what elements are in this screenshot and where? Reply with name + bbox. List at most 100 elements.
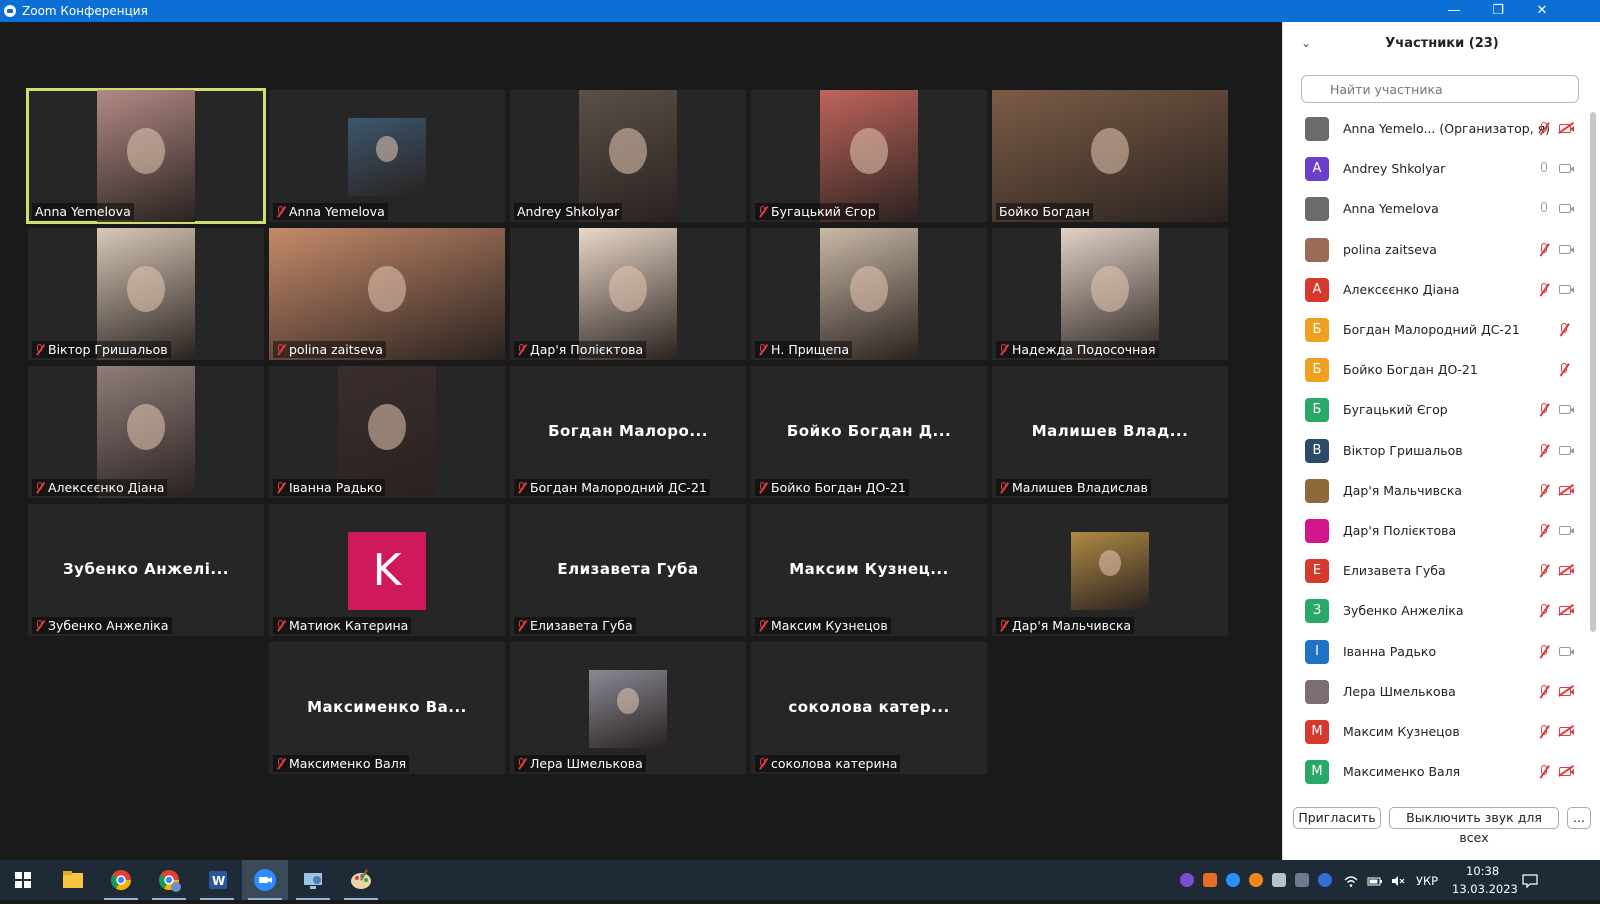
tray-sync-icon[interactable] bbox=[1272, 873, 1286, 887]
participant-row[interactable]: І Іванна Радько bbox=[1283, 633, 1583, 673]
avast-icon[interactable] bbox=[1249, 873, 1263, 887]
mic-icon[interactable] bbox=[1539, 162, 1549, 176]
camera-off-icon[interactable] bbox=[1559, 566, 1574, 576]
video-tile[interactable]: Алексєєнко Діана bbox=[28, 366, 264, 498]
camera-icon[interactable] bbox=[1559, 164, 1574, 174]
video-tile[interactable]: Максименко Ва... Максименко Валя bbox=[269, 642, 505, 774]
video-tile[interactable]: Andrey Shkolyar bbox=[510, 90, 746, 222]
video-tile[interactable]: K Матиюк Катерина bbox=[269, 504, 505, 636]
video-tile[interactable]: Елизавета Губа Елизавета Губа bbox=[510, 504, 746, 636]
video-tile[interactable]: Anna Yemelova bbox=[26, 88, 266, 224]
mic-muted-icon[interactable] bbox=[1539, 765, 1549, 779]
tray-device-icon[interactable] bbox=[1295, 873, 1309, 887]
mic-muted-icon[interactable] bbox=[1539, 443, 1549, 458]
more-options-button[interactable]: ... bbox=[1567, 807, 1591, 829]
participant-row[interactable]: E Елизавета Губа bbox=[1283, 552, 1583, 592]
video-tile[interactable]: соколова катер... соколова катерина bbox=[751, 642, 987, 774]
tray-security-icon[interactable] bbox=[1318, 873, 1332, 887]
invite-button[interactable]: Пригласить bbox=[1293, 807, 1381, 829]
participant-row[interactable]: A Алексєєнко Діана bbox=[1283, 271, 1583, 311]
mic-muted-icon[interactable] bbox=[1539, 403, 1549, 417]
camera-off-icon[interactable] bbox=[1559, 606, 1574, 616]
mic-muted-icon[interactable] bbox=[1539, 122, 1549, 136]
mic-muted-icon[interactable] bbox=[1539, 242, 1549, 257]
word-icon[interactable]: W bbox=[194, 860, 240, 900]
video-tile[interactable]: Віктор Гришальов bbox=[28, 228, 264, 360]
video-tile[interactable]: Іванна Радько bbox=[269, 366, 505, 498]
camera-off-icon[interactable] bbox=[1559, 727, 1574, 736]
video-tile[interactable]: Дар'я Мальчивска bbox=[992, 504, 1228, 636]
participant-row[interactable]: Б Богдан Малородний ДС-21 bbox=[1283, 311, 1583, 351]
mute-all-button[interactable]: Выключить звук для всех bbox=[1389, 807, 1559, 845]
video-tile[interactable]: Дар'я Полієктова bbox=[510, 228, 746, 360]
participant-row[interactable]: Б Бойко Богдан ДО-21 bbox=[1283, 351, 1583, 391]
zoom-tray-icon[interactable] bbox=[1226, 873, 1240, 887]
notifications-icon[interactable] bbox=[1522, 873, 1538, 889]
zoom-app-icon[interactable] bbox=[242, 860, 288, 900]
language-indicator[interactable]: УКР bbox=[1416, 874, 1438, 888]
participant-row[interactable]: Anna Yemelova bbox=[1283, 190, 1583, 230]
chrome-icon[interactable] bbox=[98, 860, 144, 900]
mic-muted-icon[interactable] bbox=[1539, 282, 1549, 297]
participant-row[interactable]: Дар'я Мальчивска bbox=[1283, 472, 1583, 512]
video-tile[interactable]: Лера Шмелькова bbox=[510, 642, 746, 774]
participant-row[interactable]: Anna Yemelo... (Организатор, я) bbox=[1283, 110, 1583, 150]
camera-icon[interactable] bbox=[1559, 284, 1574, 294]
remote-desktop-icon[interactable] bbox=[290, 860, 336, 900]
clock-date[interactable]: 13.03.2023 bbox=[1452, 882, 1518, 896]
video-tile[interactable]: Бойко Богдан bbox=[992, 90, 1228, 222]
participants-scrollbar[interactable] bbox=[1590, 112, 1596, 632]
tray-app-icon[interactable] bbox=[1203, 873, 1217, 887]
participant-row[interactable]: Б Бугацький Єгор bbox=[1283, 391, 1583, 431]
video-tile[interactable]: Н. Прищепа bbox=[751, 228, 987, 360]
video-tile[interactable]: Малишев Влад... Малишев Владислав bbox=[992, 366, 1228, 498]
close-button[interactable]: ✕ bbox=[1520, 0, 1564, 22]
volume-muted-icon[interactable] bbox=[1390, 873, 1405, 887]
participant-row[interactable]: Лера Шмелькова bbox=[1283, 673, 1583, 713]
camera-icon[interactable] bbox=[1559, 405, 1574, 415]
clock-time[interactable]: 10:38 bbox=[1466, 864, 1499, 878]
video-tile[interactable]: Бойко Богдан Д... Бойко Богдан ДО-21 bbox=[751, 366, 987, 498]
camera-off-icon[interactable] bbox=[1559, 485, 1574, 495]
mic-muted-icon[interactable] bbox=[1539, 564, 1549, 578]
participant-search-input[interactable] bbox=[1301, 75, 1579, 103]
video-tile[interactable]: polina zaitseva bbox=[269, 228, 505, 360]
participant-row[interactable]: М Максим Кузнецов bbox=[1283, 713, 1583, 753]
start-button[interactable] bbox=[0, 860, 46, 900]
participant-row[interactable]: В Віктор Гришальов bbox=[1283, 432, 1583, 472]
video-tile[interactable]: Зубенко Анжелі... Зубенко Анжеліка bbox=[28, 504, 264, 636]
camera-off-icon[interactable] bbox=[1559, 124, 1574, 133]
mic-muted-icon[interactable] bbox=[1539, 725, 1549, 739]
chrome-profile-icon[interactable] bbox=[146, 860, 192, 900]
file-explorer-icon[interactable] bbox=[50, 860, 96, 900]
participant-row[interactable]: З Зубенко Анжеліка bbox=[1283, 592, 1583, 632]
mic-muted-icon[interactable] bbox=[1559, 363, 1569, 377]
camera-icon[interactable] bbox=[1559, 204, 1574, 214]
mic-muted-icon[interactable] bbox=[1539, 483, 1549, 498]
video-tile[interactable]: Бугацький Єгор bbox=[751, 90, 987, 222]
viber-icon[interactable] bbox=[1180, 873, 1194, 887]
video-tile[interactable]: Anna Yemelova bbox=[269, 90, 505, 222]
mic-muted-icon[interactable] bbox=[1539, 644, 1549, 659]
battery-icon[interactable] bbox=[1367, 873, 1382, 887]
video-tile[interactable]: Богдан Малоро... Богдан Малородний ДС-21 bbox=[510, 366, 746, 498]
camera-icon[interactable] bbox=[1559, 244, 1574, 254]
mic-icon[interactable] bbox=[1539, 202, 1549, 216]
participant-row[interactable]: polina zaitseva bbox=[1283, 231, 1583, 271]
participant-row[interactable]: Дар'я Полієктова bbox=[1283, 512, 1583, 552]
participant-row[interactable]: A Andrey Shkolyar bbox=[1283, 150, 1583, 190]
paint-icon[interactable] bbox=[338, 860, 384, 900]
camera-off-icon[interactable] bbox=[1559, 686, 1574, 696]
restore-button[interactable]: ❐ bbox=[1476, 0, 1520, 22]
camera-off-icon[interactable] bbox=[1559, 767, 1574, 777]
participant-row[interactable]: М Максименко Валя bbox=[1283, 753, 1583, 793]
minimize-button[interactable]: — bbox=[1432, 0, 1476, 22]
camera-icon[interactable] bbox=[1559, 646, 1574, 656]
mic-muted-icon[interactable] bbox=[1539, 684, 1549, 699]
camera-icon[interactable] bbox=[1559, 445, 1574, 455]
wifi-icon[interactable] bbox=[1344, 873, 1358, 887]
camera-icon[interactable] bbox=[1559, 526, 1574, 535]
mic-muted-icon[interactable] bbox=[1539, 604, 1549, 618]
video-tile[interactable]: Максим Кузнец... Максим Кузнецов bbox=[751, 504, 987, 636]
mic-muted-icon[interactable] bbox=[1539, 524, 1549, 538]
